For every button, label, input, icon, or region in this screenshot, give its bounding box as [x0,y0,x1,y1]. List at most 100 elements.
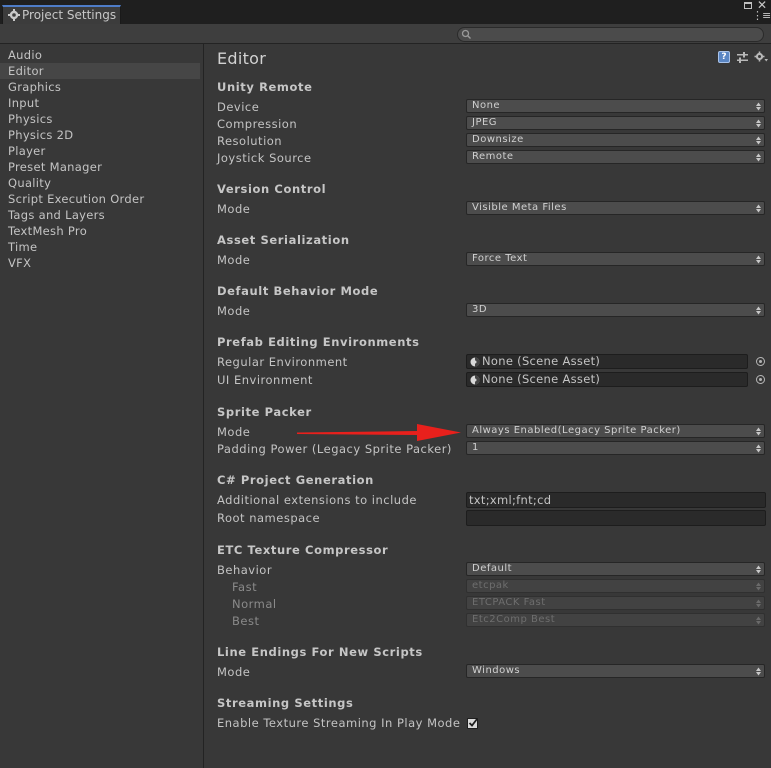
additional-extensions-input[interactable]: txt;xml;fnt;cd [466,492,766,508]
sidebar-item-physics-2d[interactable]: Physics 2D [0,127,200,143]
section-streaming-settings: Streaming Settings [217,696,354,710]
dropdown-arrows-icon [756,102,761,111]
ui-environment-field[interactable]: None (Scene Asset) [466,372,748,387]
help-icon[interactable]: ? [718,51,730,63]
settings-sidebar: Audio Editor Graphics Input Physics Phys… [0,44,204,768]
version-control-mode-value: Visible Meta Files [472,202,567,213]
tab-title: Project Settings [22,8,117,22]
sidebar-item-vfx[interactable]: VFX [0,255,200,271]
object-picker-icon[interactable] [756,357,765,366]
dropdown-arrows-icon [756,306,761,315]
regular-environment-field[interactable]: None (Scene Asset) [466,354,748,369]
joystick-source-dropdown[interactable]: Remote [466,150,765,164]
default-behavior-mode-value: 3D [472,304,488,315]
line-endings-mode-value: Windows [472,665,521,676]
root-namespace-input[interactable] [466,510,766,526]
joystick-source-value: Remote [472,151,514,162]
default-behavior-mode-dropdown[interactable]: 3D [466,303,765,317]
sidebar-item-audio[interactable]: Audio [0,47,200,63]
padding-power-dropdown[interactable]: 1 [466,441,765,455]
object-picker-icon[interactable] [756,375,765,384]
padding-power-label: Padding Power (Legacy Sprite Packer) [217,442,452,456]
sidebar-item-textmesh-pro[interactable]: TextMesh Pro [0,223,200,239]
behavior-label: Behavior [217,563,273,577]
sidebar-item-script-execution-order[interactable]: Script Execution Order [0,191,200,207]
sidebar-item-quality[interactable]: Quality [0,175,200,191]
regular-environment-label: Regular Environment [217,355,348,369]
compression-label: Compression [217,117,298,131]
root-namespace-label: Root namespace [217,511,321,525]
fast-dropdown: etcpak [466,579,765,593]
resolution-dropdown[interactable]: Downsize [466,133,765,147]
normal-label: Normal [232,597,277,611]
sprite-packer-mode-label: Mode [217,425,251,439]
section-csharp-project-generation: C# Project Generation [217,473,374,487]
section-asset-serialization: Asset Serialization [217,233,350,247]
asset-serialization-mode-value: Force Text [472,253,528,264]
device-label: Device [217,100,260,114]
sprite-packer-mode-dropdown[interactable]: Always Enabled(Legacy Sprite Packer) [466,424,765,438]
normal-value: ETCPACK Fast [472,597,546,608]
page-title: Editor [217,49,267,68]
sidebar-item-editor[interactable]: Editor [0,63,200,79]
additional-extensions-label: Additional extensions to include [217,493,417,507]
padding-power-value: 1 [472,442,479,453]
section-line-endings: Line Endings For New Scripts [217,645,423,659]
compression-dropdown[interactable]: JPEG [466,116,765,130]
section-default-behavior-mode: Default Behavior Mode [217,284,379,298]
line-endings-mode-dropdown[interactable]: Windows [466,664,765,678]
line-endings-mode-label: Mode [217,665,251,679]
compression-value: JPEG [472,117,498,128]
preset-icon[interactable] [736,51,749,64]
dropdown-arrows-icon [756,427,761,436]
sidebar-item-tags-and-layers[interactable]: Tags and Layers [0,207,200,223]
dropdown-arrows-icon [756,153,761,162]
best-label: Best [232,614,260,628]
section-prefab-editing-environments: Prefab Editing Environments [217,335,420,349]
regular-environment-value: None (Scene Asset) [482,354,601,368]
dropdown-arrows-icon [756,616,761,625]
enable-texture-streaming-checkbox[interactable] [467,718,478,729]
dropdown-arrows-icon [756,444,761,453]
enable-texture-streaming-label: Enable Texture Streaming In Play Mode [217,716,461,730]
dropdown-arrows-icon [756,565,761,574]
dropdown-arrows-icon [756,204,761,213]
best-value: Etc2Comp Best [472,614,556,625]
sprite-packer-mode-value: Always Enabled(Legacy Sprite Packer) [472,425,681,436]
section-sprite-packer: Sprite Packer [217,405,312,419]
window-title-bar: Project Settings ✕ ⋮≡ [0,0,771,24]
sidebar-item-player[interactable]: Player [0,143,200,159]
sidebar-item-graphics[interactable]: Graphics [0,79,200,95]
device-dropdown[interactable]: None [466,99,765,113]
ui-environment-value: None (Scene Asset) [482,372,601,386]
search-input[interactable] [457,27,764,42]
asset-serialization-mode-label: Mode [217,253,251,267]
version-control-mode-label: Mode [217,202,251,216]
sidebar-item-time[interactable]: Time [0,239,200,255]
tab-project-settings[interactable]: Project Settings [2,5,121,24]
default-behavior-mode-label: Mode [217,304,251,318]
search-icon [461,29,471,39]
sidebar-item-physics[interactable]: Physics [0,111,200,127]
version-control-mode-dropdown[interactable]: Visible Meta Files [466,201,765,215]
checkmark-icon [468,718,478,727]
maximize-icon[interactable] [744,2,752,9]
dropdown-arrows-icon [756,667,761,676]
gear-icon[interactable] [754,50,768,64]
asset-serialization-mode-dropdown[interactable]: Force Text [466,252,765,266]
sidebar-item-input[interactable]: Input [0,95,200,111]
dropdown-arrows-icon [756,255,761,264]
behavior-dropdown[interactable]: Default [466,562,765,576]
resolution-value: Downsize [472,134,524,145]
dropdown-arrows-icon [756,119,761,128]
dropdown-arrows-icon [756,582,761,591]
device-value: None [472,100,501,111]
section-unity-remote: Unity Remote [217,80,313,94]
ui-environment-label: UI Environment [217,373,313,387]
scene-asset-icon [470,357,480,367]
editor-settings-panel: Editor ? Unity Remote Device None Compre… [205,44,771,768]
menu-icon[interactable]: ⋮≡ [752,10,771,21]
section-version-control: Version Control [217,182,327,196]
sidebar-item-preset-manager[interactable]: Preset Manager [0,159,200,175]
scene-asset-icon [470,375,480,385]
